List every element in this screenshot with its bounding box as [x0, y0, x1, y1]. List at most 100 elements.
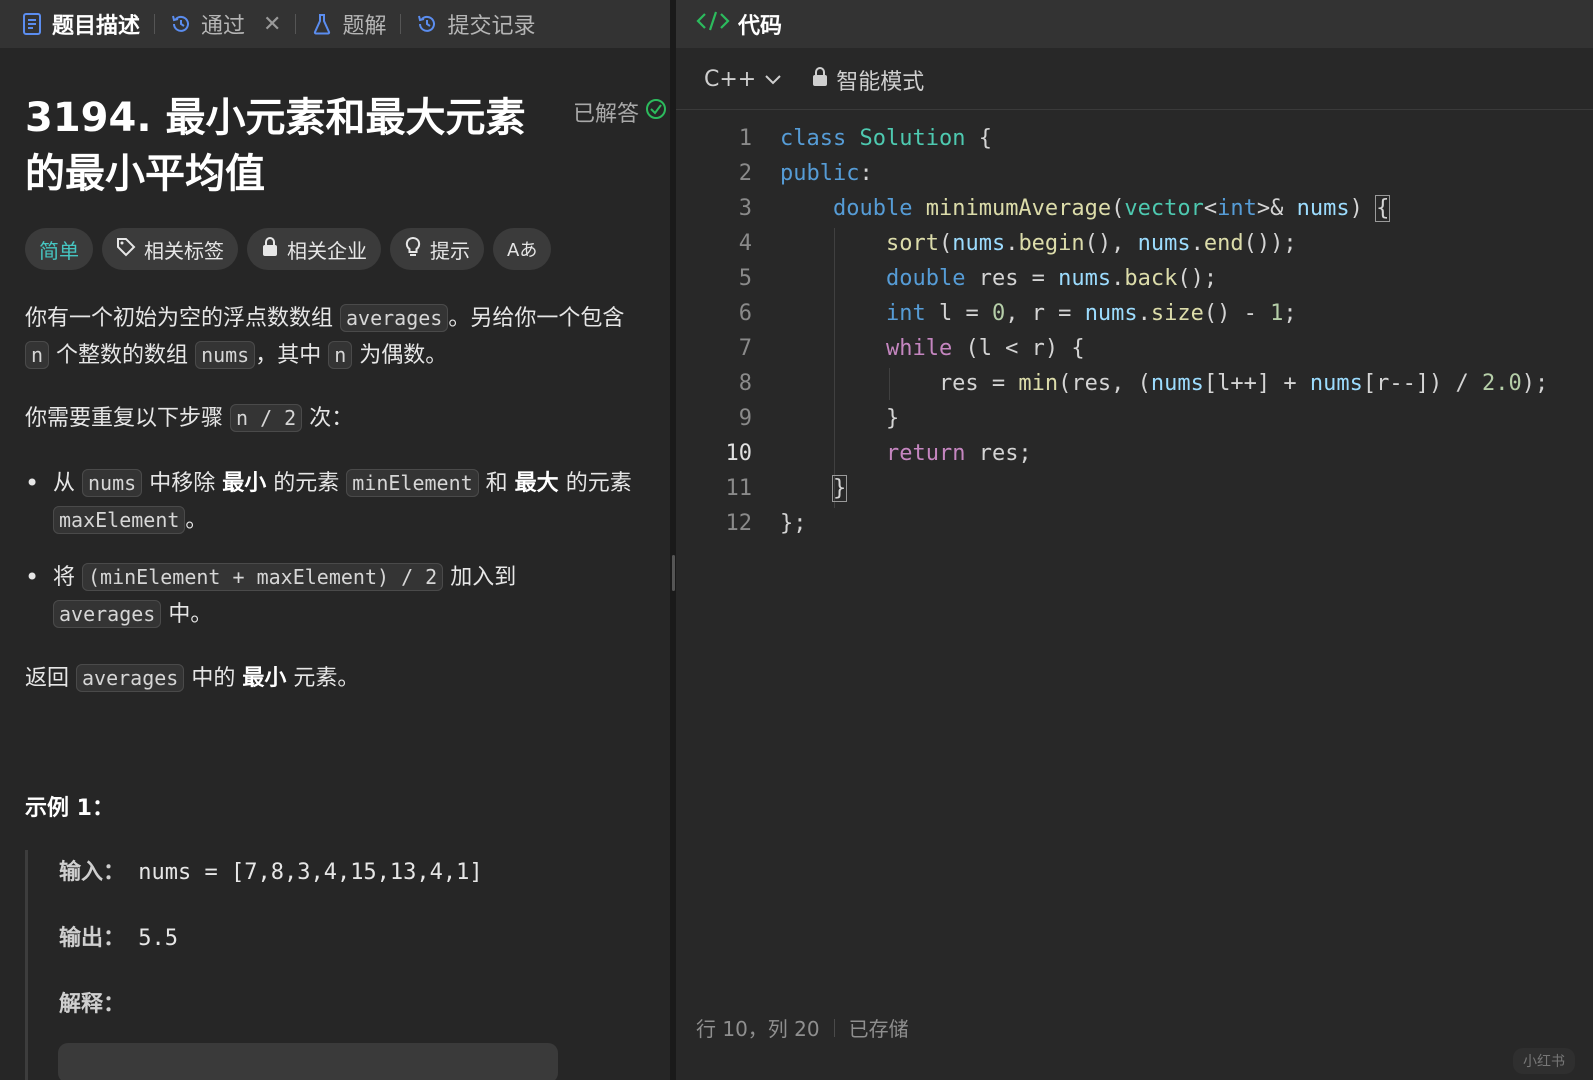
- code-token: }: [831, 475, 848, 502]
- resize-handle[interactable]: [672, 555, 675, 591]
- page-title: 3194. 最小元素和最大元素的最小平均值: [25, 95, 526, 197]
- tag-icon: [116, 237, 136, 262]
- chevron-down-icon: [764, 67, 782, 92]
- bold-text: 最大: [514, 471, 559, 496]
- example-heading: 示例 1：: [25, 796, 114, 821]
- line-number: 5: [738, 266, 752, 291]
- tab-accepted[interactable]: 通过 ✕: [169, 0, 281, 48]
- tab-description[interactable]: 题目描述: [20, 0, 140, 48]
- inline-code: nums: [195, 341, 256, 369]
- tab-solutions[interactable]: 题解: [310, 0, 386, 48]
- text: 个整数的数组: [56, 343, 189, 368]
- inline-code: averages: [76, 664, 185, 692]
- example-input-value: nums = [7,8,3,4,15,13,4,1]: [138, 860, 483, 885]
- line-number: 4: [738, 231, 752, 256]
- code-token: class: [780, 126, 847, 151]
- example-input-label: 输入：: [59, 860, 126, 885]
- line-number: 1: [738, 126, 752, 151]
- code-token: double: [832, 196, 913, 221]
- line-number: 6: [738, 301, 752, 326]
- list-item: 从 nums 中移除 最小 的元素 minElement 和 最大 的元素 ma…: [25, 465, 645, 539]
- lock-icon: [812, 66, 828, 93]
- text: 中的: [191, 666, 236, 691]
- code-token: double: [885, 266, 966, 291]
- inline-code: minElement: [346, 469, 479, 497]
- tag-chips: 简单 相关标签 相关企业 提示 Aあ: [25, 228, 552, 270]
- list-item: 将 (minElement + maxElement) / 2 加入到 aver…: [25, 559, 585, 633]
- text: 你需要重复以下步骤: [25, 406, 224, 431]
- text: 你有一个初始为空的浮点数数组: [25, 306, 334, 331]
- line-number: 3: [738, 196, 752, 221]
- example-block: 输入： nums = [7,8,3,4,15,13,4,1] 输出： 5.5 解…: [25, 850, 645, 1080]
- code-panel-title: 代码: [738, 14, 783, 39]
- problem-panel: 题目描述 通过 ✕ 题解 提交记录 3194. 最小元素和最大元素的最小平均值: [0, 0, 670, 1080]
- line-number: 7: [738, 336, 752, 361]
- history-icon: [169, 12, 193, 36]
- smart-mode-toggle[interactable]: 智能模式: [812, 64, 924, 96]
- line-number: 9: [738, 406, 752, 431]
- status-divider: [833, 1018, 835, 1037]
- code-token: nums: [1084, 301, 1138, 326]
- code-token: back: [1124, 266, 1178, 291]
- code-line: }: [780, 475, 848, 502]
- lock-icon: [261, 236, 279, 262]
- translate-button[interactable]: Aあ: [493, 228, 552, 270]
- example-output-value: 5.5: [138, 926, 179, 951]
- difficulty-badge[interactable]: 简单: [25, 228, 93, 270]
- close-icon[interactable]: ✕: [263, 12, 281, 37]
- description-paragraph-1: 你有一个初始为空的浮点数数组 averages 。另给你一个包含 n 个整数的数组…: [25, 300, 665, 374]
- tab-label: 提交记录: [447, 14, 536, 39]
- text: 的元素: [565, 471, 632, 496]
- example-input: 输入： nums = [7,8,3,4,15,13,4,1]: [59, 854, 483, 886]
- explanation-table: [58, 1043, 558, 1080]
- code-token: nums: [1058, 266, 1112, 291]
- code-token: return: [885, 441, 966, 466]
- code-editor[interactable]: 1 2 3 4 5 6 7 8 9 10 11 12 class Solutio…: [676, 122, 1593, 542]
- example-explanation-label: 解释：: [59, 992, 126, 1017]
- watermark-logo: 小红书: [1513, 1048, 1575, 1074]
- difficulty-label: 简单: [39, 238, 79, 263]
- code-token: vector: [1124, 196, 1204, 221]
- text: 元素。: [293, 666, 360, 691]
- bold-text: 最小: [222, 471, 267, 496]
- code-line: }: [780, 406, 900, 431]
- code-token: public: [780, 161, 860, 186]
- tab-label: 题目描述: [52, 14, 141, 39]
- text: 返回: [25, 666, 70, 691]
- text: 次：: [309, 406, 354, 431]
- tab-divider: [154, 14, 156, 34]
- editor-status-bar: 行 10，列 20 已存储: [696, 1013, 909, 1042]
- description-paragraph-3: 返回 averages 中的 最小 元素。: [25, 660, 359, 697]
- code-token: nums: [952, 231, 1006, 256]
- solved-status: 已解答: [573, 96, 667, 128]
- related-tags-button[interactable]: 相关标签: [102, 228, 238, 270]
- tab-label: 题解: [342, 14, 387, 39]
- language-select[interactable]: C++: [704, 67, 782, 92]
- code-icon: [696, 10, 730, 38]
- inline-code: n / 2: [230, 404, 303, 432]
- code-token: 0: [991, 301, 1006, 326]
- code-line: class Solution {: [780, 126, 992, 151]
- tab-divider: [295, 14, 297, 34]
- code-token: Solution: [859, 126, 966, 151]
- inline-code: n: [25, 341, 50, 369]
- text: 。: [185, 508, 208, 533]
- related-companies-button[interactable]: 相关企业: [247, 228, 381, 270]
- text: 中。: [168, 602, 213, 627]
- text: 中移除: [149, 471, 216, 496]
- code-line: public:: [780, 161, 873, 186]
- code-token: nums: [1150, 371, 1204, 396]
- chip-label: 相关标签: [144, 238, 224, 263]
- hint-button[interactable]: 提示: [390, 228, 484, 270]
- lightbulb-icon: [404, 236, 422, 263]
- code-token: {: [1375, 195, 1391, 222]
- example-output-label: 输出：: [59, 926, 126, 951]
- code-line: res = min(res, (nums[l++] + nums[r--]) /…: [780, 371, 1549, 396]
- inline-code: averages: [53, 600, 162, 628]
- tab-submissions[interactable]: 提交记录: [415, 0, 536, 48]
- text: 将: [53, 565, 76, 590]
- line-number: 11: [725, 476, 753, 501]
- text: 加入到: [450, 565, 517, 590]
- code-token: end: [1203, 231, 1244, 256]
- code-token: size: [1150, 301, 1204, 326]
